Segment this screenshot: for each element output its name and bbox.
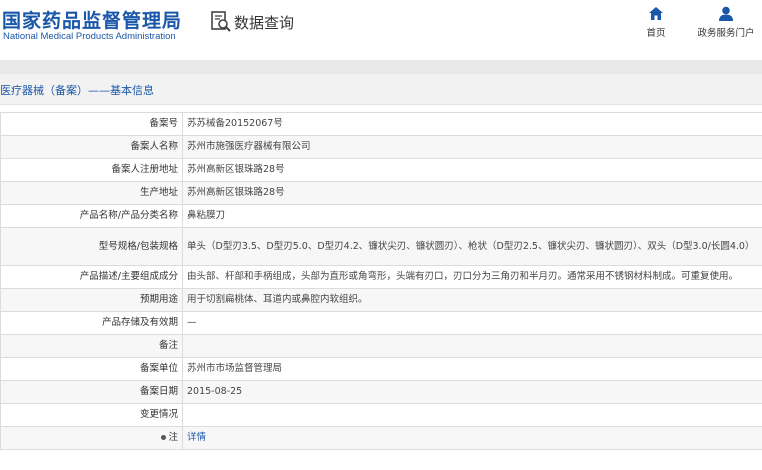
table-row: 变更情况	[0, 403, 762, 427]
row-value: 苏苏械备20152067号	[182, 112, 762, 136]
note-label: 注	[168, 432, 178, 443]
row-value	[182, 403, 762, 427]
table-row: 生产地址 苏州高新区银珠路28号	[0, 181, 762, 205]
table-row: 备案单位 苏州市市场监督管理局	[0, 357, 762, 381]
details-link[interactable]: 详情	[187, 432, 206, 443]
row-label: 产品名称/产品分类名称	[0, 204, 183, 228]
table-row: 备案号 苏苏械备20152067号	[0, 112, 762, 136]
row-label: 备案号	[0, 112, 183, 136]
data-query-label: 数据查询	[234, 13, 295, 32]
table-row: 产品名称/产品分类名称 鼻粘膜刀	[0, 204, 762, 228]
row-value: 由头部、杆部和手柄组成，头部为直形或角弯形，头端有刃口，刃口分为三角刃和半月刃。…	[182, 265, 762, 289]
nav-home[interactable]: 首页	[641, 6, 671, 39]
table-row: 产品存储及有效期 —	[0, 311, 762, 335]
row-value: 用于切割扁桃体、耳道内或鼻腔内软组织。	[182, 288, 762, 312]
row-label: 生产地址	[0, 181, 183, 205]
row-value: 苏州市市场监督管理局	[182, 357, 762, 381]
row-value: 单头（D型刃3.5、D型刃5.0、D型刃4.2、镰状尖刃、镰状圆刃）、枪状（D型…	[182, 227, 762, 266]
user-icon	[719, 6, 733, 21]
row-label: 备案日期	[0, 380, 183, 404]
row-label: 型号规格/包装规格	[0, 227, 183, 266]
row-value: 苏州市施强医疗器械有限公司	[182, 135, 762, 159]
nav-home-label: 首页	[646, 28, 666, 39]
table-row: 备案人名称 苏州市施强医疗器械有限公司	[0, 135, 762, 159]
row-value: 鼻粘膜刀	[182, 204, 762, 228]
row-label: 产品存储及有效期	[0, 311, 183, 335]
table-row: 备注	[0, 334, 762, 358]
note-bullet-icon	[161, 435, 167, 440]
table-row: 预期用途 用于切割扁桃体、耳道内或鼻腔内软组织。	[0, 288, 762, 312]
row-label: 备案人名称	[0, 135, 183, 159]
brand-name-cn[interactable]: 国家药品监督管理局	[2, 6, 182, 33]
record-detail-table: 备案号 苏苏械备20152067号 备案人名称 苏州市施强医疗器械有限公司 备案…	[0, 112, 762, 450]
row-label: 备案单位	[0, 357, 183, 381]
row-value: 苏州高新区银珠路28号	[182, 158, 762, 182]
brand-name-en[interactable]: National Medical Products Administration	[3, 31, 176, 42]
row-label: 变更情况	[0, 403, 183, 427]
row-value: —	[182, 311, 762, 335]
row-label: 备案人注册地址	[0, 158, 183, 182]
row-label-note: 注	[0, 426, 183, 450]
row-value: 详情	[182, 426, 762, 450]
header-divider-bar	[0, 60, 762, 74]
table-row: 产品描述/主要组成成分 由头部、杆部和手柄组成，头部为直形或角弯形，头端有刃口，…	[0, 265, 762, 289]
data-query-title: 数据查询	[211, 10, 294, 34]
page-title: 医疗器械（备案）——基本信息	[0, 84, 154, 97]
home-icon	[649, 7, 663, 20]
table-row: 注 详情	[0, 426, 762, 450]
table-row: 备案日期 2015-08-25	[0, 380, 762, 404]
row-label: 产品描述/主要组成成分	[0, 265, 183, 289]
table-row: 备案人注册地址 苏州高新区银珠路28号	[0, 158, 762, 182]
site-header: 国家药品监督管理局 National Medical Products Admi…	[0, 0, 762, 60]
nav-service-portal-label: 政务服务门户	[697, 28, 755, 39]
row-value: 苏州高新区银珠路28号	[182, 181, 762, 205]
table-row: 型号规格/包装规格 单头（D型刃3.5、D型刃5.0、D型刃4.2、镰状尖刃、镰…	[0, 227, 762, 266]
row-value	[182, 334, 762, 358]
nav-service-portal[interactable]: 政务服务门户	[694, 6, 758, 39]
document-search-icon	[211, 11, 231, 32]
row-label: 备注	[0, 334, 183, 358]
row-value: 2015-08-25	[182, 380, 762, 404]
section-title-bar: 医疗器械（备案）——基本信息	[0, 74, 762, 105]
row-label: 预期用途	[0, 288, 183, 312]
